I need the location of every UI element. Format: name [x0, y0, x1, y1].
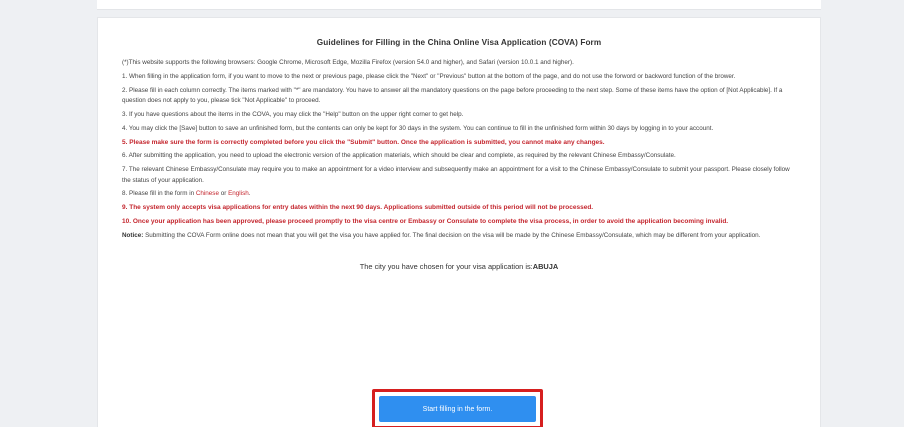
guideline-item-2: 2. Please fill in each column correctly.… — [122, 86, 783, 105]
guideline-item-8-suffix: . — [248, 190, 251, 198]
guideline-item-8: 8. Please fill in the form in Chinese or… — [122, 189, 796, 200]
guideline-item-7: 7. The relevant Chinese Embassy/Consulat… — [122, 166, 790, 184]
guideline-item-8-prefix: 8. Please fill in the form in — [122, 190, 196, 198]
notice-paragraph: Notice: Submitting the COVA Form online … — [122, 231, 796, 242]
language-link-chinese[interactable]: Chinese — [196, 190, 219, 197]
guideline-item-6: 6. After submitting the application, you… — [122, 152, 676, 160]
page-title: Guidelines for Filling in the China Onli… — [316, 38, 602, 47]
chosen-city-name: ABUJA — [532, 262, 559, 272]
guideline-item-3: 3. If you have questions about the items… — [122, 110, 464, 118]
guideline-item-5-warning: 5. Please make sure the form is correctl… — [122, 138, 605, 146]
top-panel-strip — [97, 0, 821, 10]
notice-text: Submitting the COVA Form online does not… — [143, 231, 761, 239]
language-link-english[interactable]: English — [228, 190, 249, 197]
guideline-item-8-or: or — [218, 190, 229, 198]
browser-support-note: (*)This website supports the following b… — [122, 59, 574, 66]
start-filling-button[interactable]: Start filling in the form. — [379, 396, 536, 422]
chosen-city-prefix: The city you have chosen for your visa a… — [359, 262, 533, 272]
chosen-city-line: The city you have chosen for your visa a… — [122, 262, 796, 271]
guidelines-card: Guidelines for Filling in the China Onli… — [97, 17, 821, 427]
guideline-item-10-warning: 10. Once your application has been appro… — [122, 218, 729, 225]
guideline-item-9-warning: 9. The system only accepts visa applicat… — [122, 204, 594, 212]
notice-label: Notice: — [122, 231, 144, 239]
guideline-item-4: 4. You may click the [Save] button to sa… — [122, 124, 714, 132]
guideline-item-1: 1. When filling in the application form,… — [122, 72, 736, 80]
